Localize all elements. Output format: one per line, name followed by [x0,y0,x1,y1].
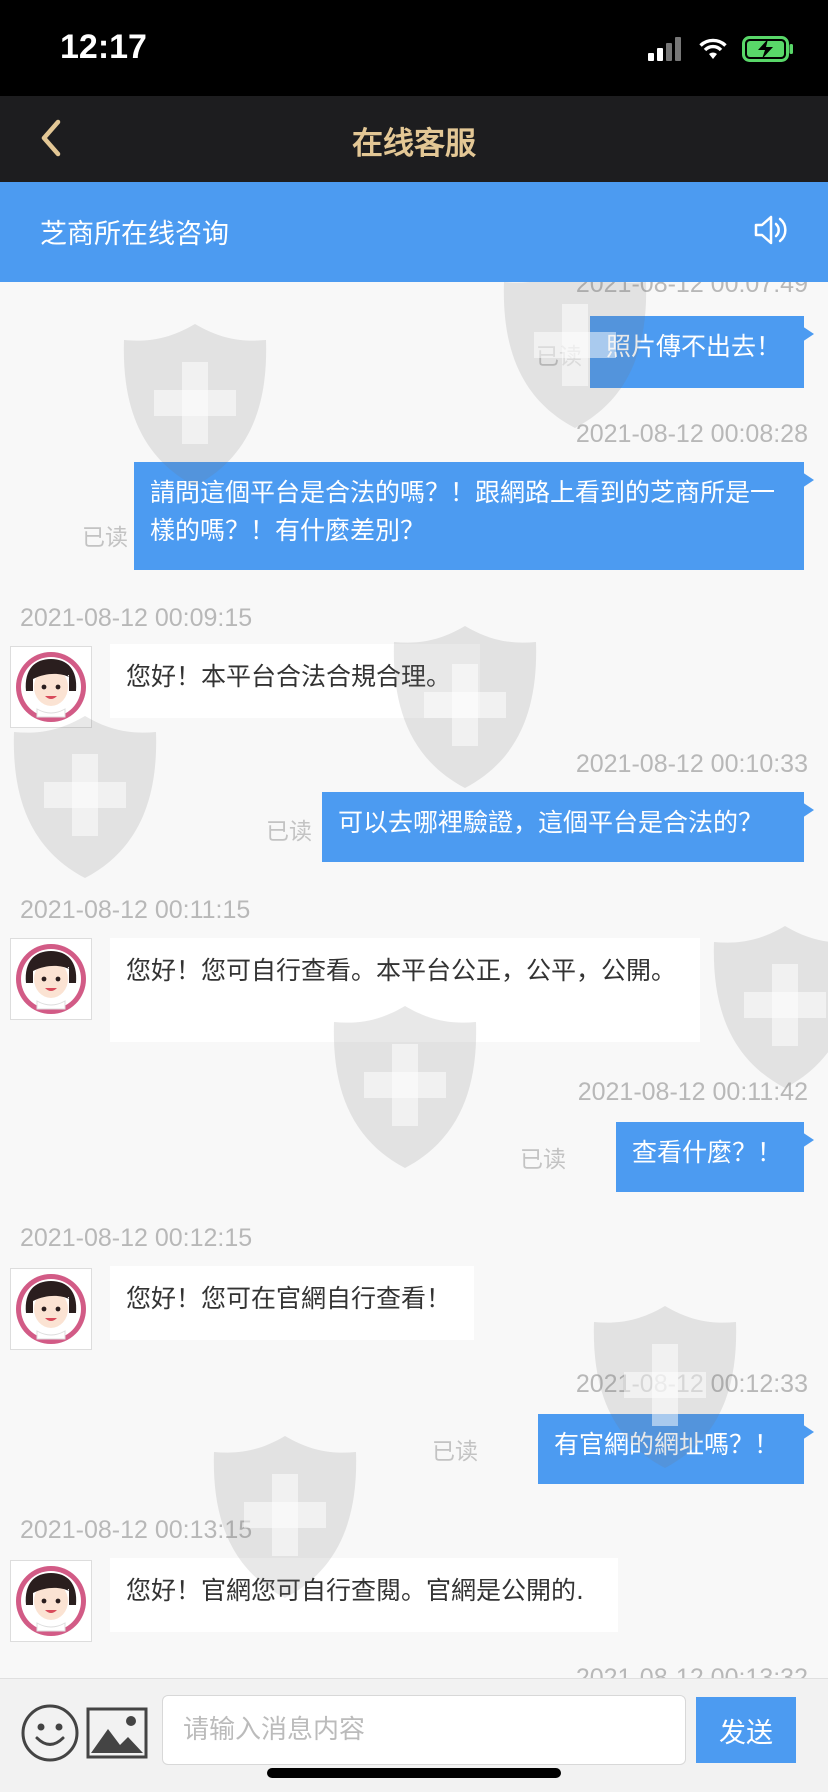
message-timestamp: 2021-08-12 00:11:42 [577,1078,808,1106]
avatar-icon [11,647,91,727]
chat-area[interactable]: 2021-08-12 00:07:49 已读 照片傳不出去！ 2021-08-1… [0,282,828,1678]
message-timestamp: 2021-08-12 00:11:15 [20,896,251,924]
outgoing-message-bubble[interactable]: 可以去哪裡驗證，這個平台是合法的？ [322,792,814,862]
avatar [10,646,92,728]
speaker-icon[interactable] [752,212,788,248]
image-icon[interactable] [86,1707,148,1759]
home-indicator [267,1768,561,1778]
message-timestamp: 2021-08-12 00:13:32 [575,1664,808,1678]
avatar [10,1560,92,1642]
message-timestamp: 2021-08-12 00:07:49 [575,282,808,298]
read-receipt: 已读 [82,525,128,551]
shield-watermark-icon [710,922,828,1092]
read-receipt: 已读 [266,819,312,845]
outgoing-message-bubble[interactable]: 有官網的網址嗎？！ [538,1414,814,1484]
page-title: 在线客服 [352,126,476,162]
shield-watermark-icon [10,712,160,882]
message-input[interactable] [162,1695,686,1765]
message-timestamp: 2021-08-12 00:10:33 [575,750,808,778]
incoming-message-bubble[interactable]: 您好！官網您可自行查閱。官網是公開的. [110,1558,618,1632]
outgoing-message-bubble[interactable]: 查看什麼？！ [616,1122,814,1192]
read-receipt: 已读 [432,1439,478,1465]
avatar-icon [11,1269,91,1349]
emoji-icon[interactable] [20,1703,80,1763]
nav-bar: 在线客服 [0,96,828,182]
message-timestamp: 2021-08-12 00:13:15 [20,1516,253,1544]
avatar [10,1268,92,1350]
status-bar: 12:17 [0,0,828,96]
status-icons [648,34,794,64]
battery-charging-icon [742,36,793,62]
read-receipt: 已读 [520,1147,566,1173]
incoming-message-bubble[interactable]: 您好！本平台合法合規合理。 [110,644,480,718]
wifi-icon [699,38,727,59]
chat-header-banner: 芝商所在线咨询 [0,182,828,282]
banner-title: 芝商所在线咨询 [40,219,229,250]
avatar [10,938,92,1020]
outgoing-message-bubble[interactable]: 請問這個平台是合法的嗎？！跟網路上看到的芝商所是一樣的嗎？！有什麼差別？ [134,462,814,570]
read-receipt: 已读 [536,344,582,370]
incoming-message-bubble[interactable]: 您好！您可自行查看。本平台公正，公平，公開。 [110,938,700,1042]
message-timestamp: 2021-08-12 00:08:28 [575,420,808,448]
send-button[interactable]: 发送 [696,1697,796,1763]
avatar-icon [11,939,91,1019]
avatar-icon [11,1561,91,1641]
message-timestamp: 2021-08-12 00:09:15 [20,604,253,632]
status-time: 12:17 [60,28,147,66]
message-timestamp: 2021-08-12 00:12:15 [20,1224,253,1252]
signal-icon [648,37,681,61]
incoming-message-bubble[interactable]: 您好！您可在官網自行查看！ [110,1266,474,1340]
message-timestamp: 2021-08-12 00:12:33 [575,1370,808,1398]
outgoing-message-bubble[interactable]: 照片傳不出去！ [590,316,814,388]
